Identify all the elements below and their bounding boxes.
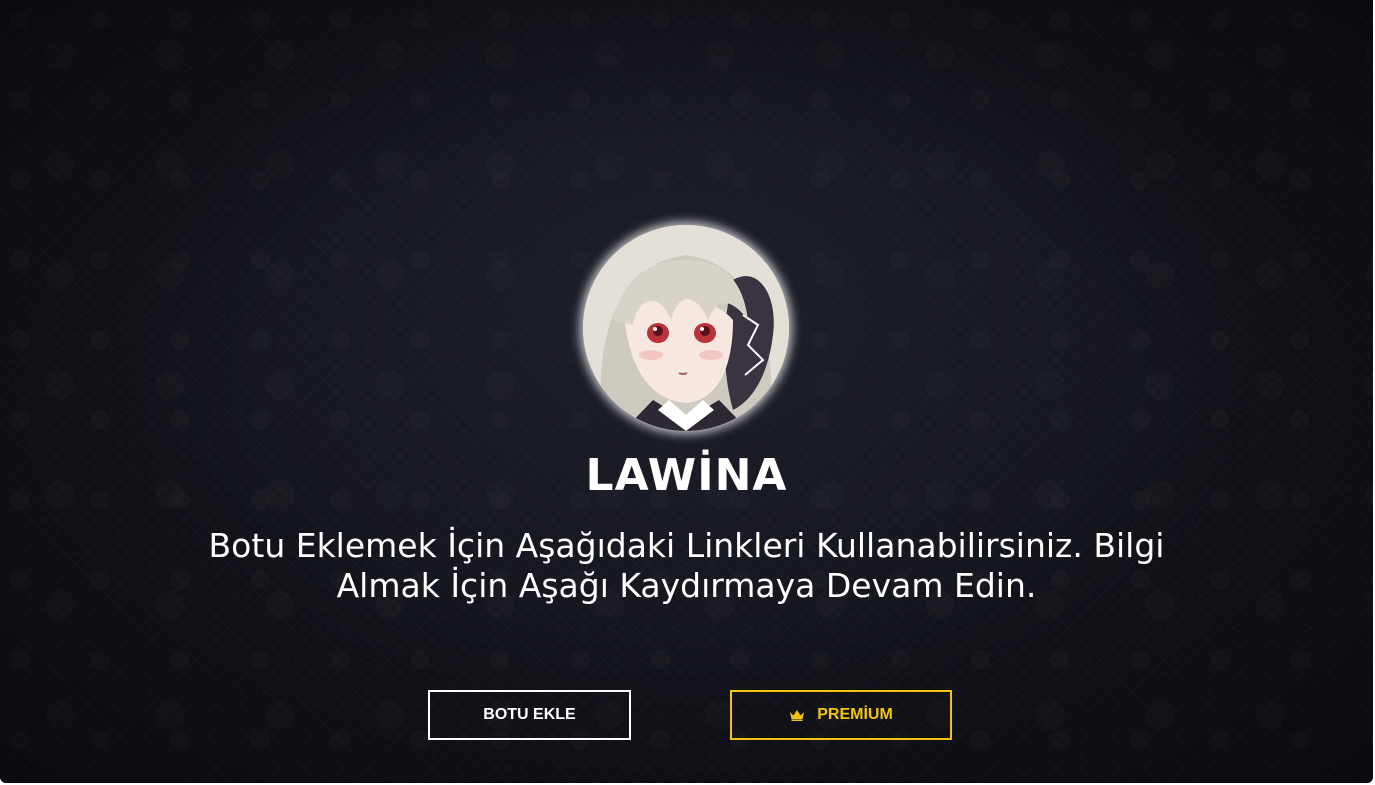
bot-name-title: LAWİNA: [585, 450, 788, 501]
avatar-illustration: [583, 225, 789, 431]
hero-description: Botu Eklemek İçin Aşağıdaki Linkleri Kul…: [208, 526, 1165, 605]
add-bot-button[interactable]: BOTU EKLE: [428, 690, 631, 740]
bot-avatar: [583, 225, 789, 431]
premium-button-label: PREMİUM: [817, 706, 893, 723]
add-bot-button-label: BOTU EKLE: [483, 706, 576, 723]
premium-button[interactable]: PREMİUM: [730, 690, 952, 740]
hero-section: LAWİNA Botu Eklemek İçin Aşağıdaki Linkl…: [0, 0, 1373, 783]
crown-icon: [790, 710, 805, 721]
